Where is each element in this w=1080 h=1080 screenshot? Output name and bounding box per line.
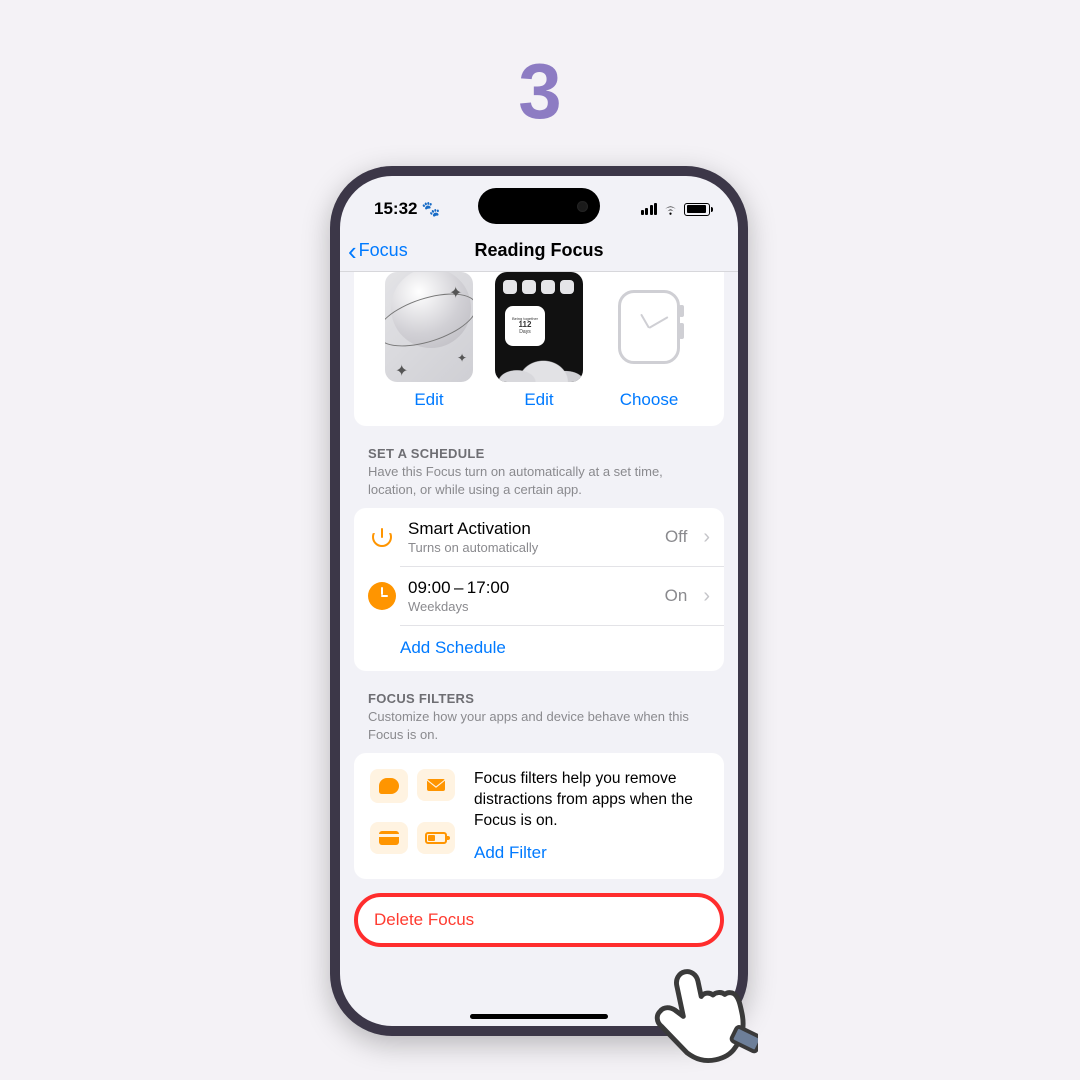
watch-choose-button[interactable]: Choose xyxy=(620,390,679,410)
page-title: Reading Focus xyxy=(474,240,603,261)
dynamic-island xyxy=(478,188,600,224)
home-indicator[interactable] xyxy=(470,1014,608,1019)
home-edit-button[interactable]: Edit xyxy=(524,390,553,410)
content-scroll[interactable]: ✦ ✦ ✦ Edit Being together 112 Days xyxy=(340,272,738,1026)
filters-body: Focus filters help you remove distractio… xyxy=(474,769,708,832)
filters-heading: FOCUS FILTERS xyxy=(368,691,710,706)
status-time: 15:32 xyxy=(374,199,417,219)
schedule-card: Smart Activation Turns on automatically … xyxy=(354,508,724,671)
home-screen-thumb: Being together 112 Days xyxy=(495,272,583,382)
filters-description: Customize how your apps and device behav… xyxy=(368,708,710,743)
chevron-right-icon: › xyxy=(703,586,710,606)
step-number: 3 xyxy=(0,46,1080,137)
time-schedule-row[interactable]: 09:00 – 17:00 Weekdays On › xyxy=(354,567,724,625)
lowpower-filter-icon xyxy=(417,822,455,854)
filter-icons-grid xyxy=(370,769,456,865)
back-label: Focus xyxy=(359,240,408,261)
phone-screen: 15:32 🐾 ‹ Focus Reading Focus xyxy=(340,176,738,1026)
lock-screen-thumb: ✦ ✦ ✦ xyxy=(385,272,473,382)
smart-activation-row[interactable]: Smart Activation Turns on automatically … xyxy=(354,508,724,566)
wallet-filter-icon xyxy=(370,822,408,854)
nav-bar: ‹ Focus Reading Focus xyxy=(340,230,738,272)
time-value: On xyxy=(665,586,688,606)
power-icon xyxy=(368,523,396,551)
tap-cursor-icon xyxy=(640,945,758,1065)
back-button[interactable]: ‹ Focus xyxy=(348,230,408,271)
time-title: 09:00 – 17:00 xyxy=(408,578,653,598)
watch-face-preview[interactable]: Choose xyxy=(605,272,693,410)
mail-filter-icon xyxy=(417,769,455,801)
delete-focus-button[interactable]: Delete Focus xyxy=(354,893,724,947)
wifi-icon xyxy=(662,201,679,218)
chevron-right-icon: › xyxy=(703,527,710,547)
add-schedule-button[interactable]: Add Schedule xyxy=(354,625,724,671)
delete-focus-label: Delete Focus xyxy=(374,910,474,929)
chevron-left-icon: ‹ xyxy=(348,238,357,264)
watch-face-thumb xyxy=(605,272,693,382)
time-sub: Weekdays xyxy=(408,599,653,614)
home-screen-preview[interactable]: Being together 112 Days Edit xyxy=(495,272,583,410)
add-filter-button[interactable]: Add Filter xyxy=(474,842,547,865)
focus-filters-card: Focus filters help you remove distractio… xyxy=(354,753,724,879)
smart-activation-sub: Turns on automatically xyxy=(408,540,653,555)
battery-icon xyxy=(684,203,710,216)
smart-activation-title: Smart Activation xyxy=(408,519,653,539)
customize-screens-card: ✦ ✦ ✦ Edit Being together 112 Days xyxy=(354,272,724,426)
smart-activation-value: Off xyxy=(665,527,687,547)
lock-edit-button[interactable]: Edit xyxy=(414,390,443,410)
cellular-icon xyxy=(641,203,658,215)
lock-screen-preview[interactable]: ✦ ✦ ✦ Edit xyxy=(385,272,473,410)
schedule-heading: SET A SCHEDULE xyxy=(368,446,710,461)
messages-filter-icon xyxy=(370,769,408,803)
schedule-description: Have this Focus turn on automatically at… xyxy=(368,463,710,498)
paw-icon: 🐾 xyxy=(421,200,440,218)
phone-frame: 15:32 🐾 ‹ Focus Reading Focus xyxy=(330,166,748,1036)
clock-icon xyxy=(368,582,396,610)
